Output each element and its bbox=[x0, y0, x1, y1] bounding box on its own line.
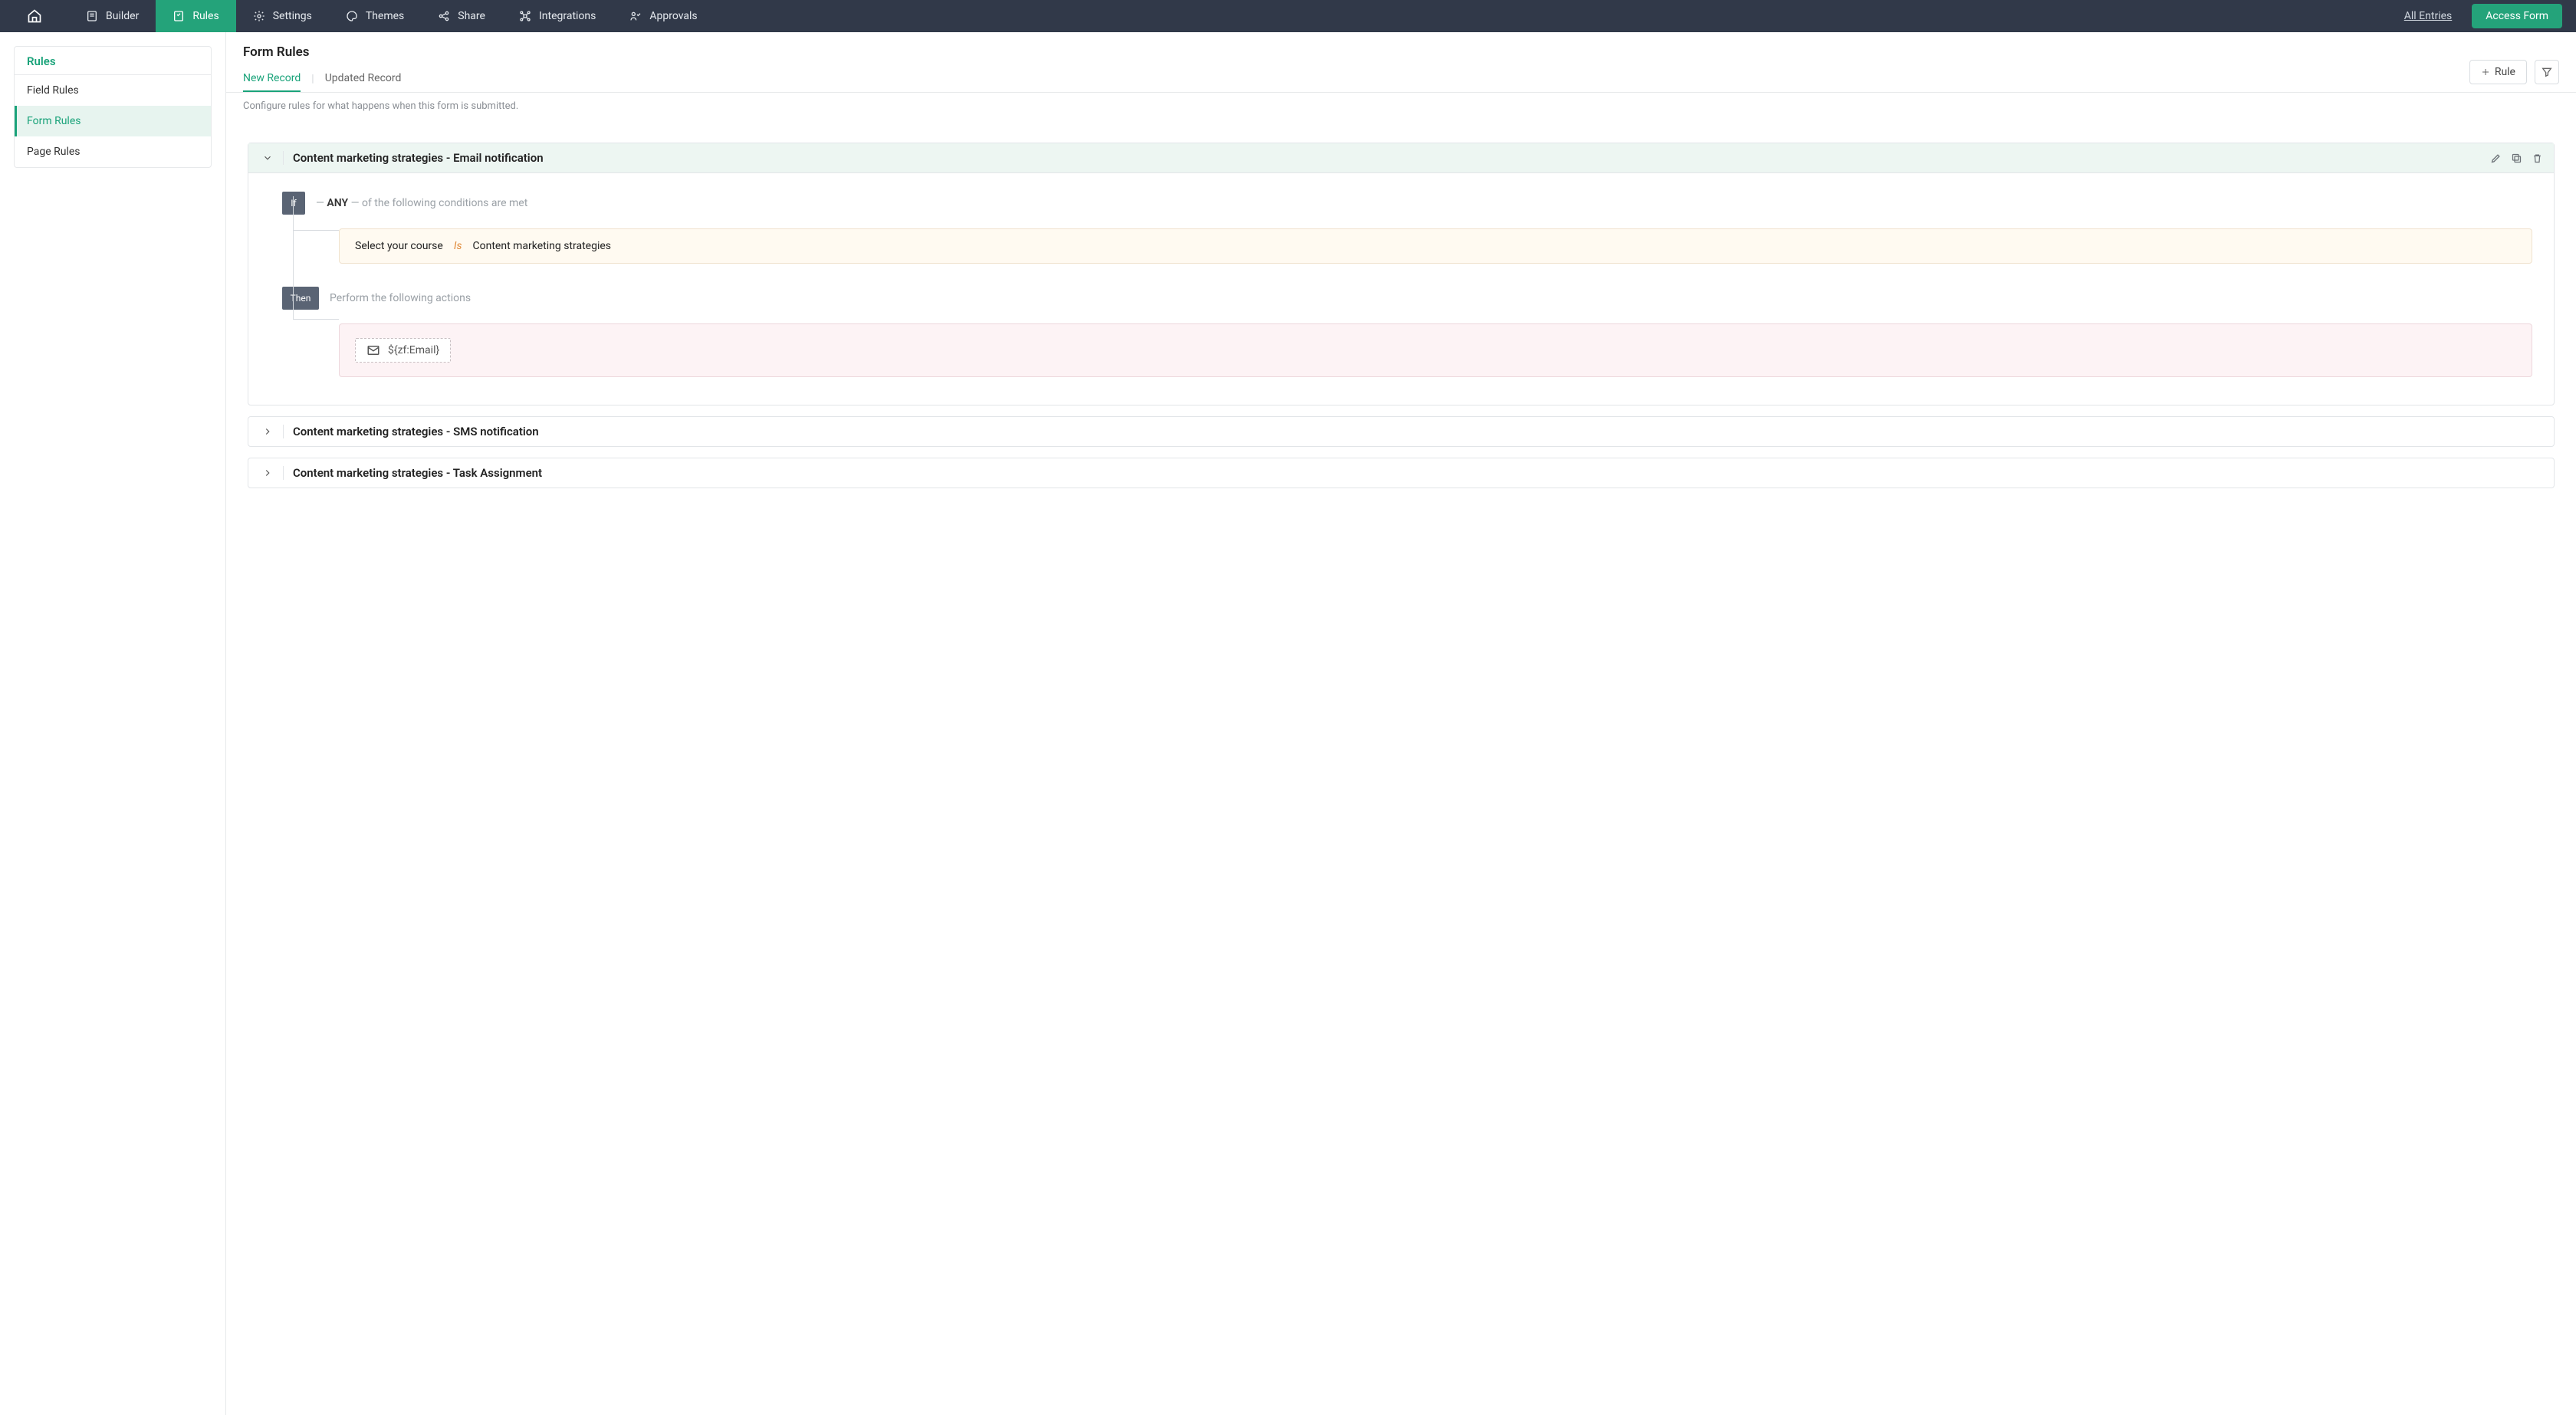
delete-rule-button[interactable] bbox=[2532, 153, 2543, 164]
rule-title: Content marketing strategies - Email not… bbox=[293, 151, 2484, 165]
nav-rules[interactable]: Rules bbox=[156, 0, 235, 32]
chevron-down-icon[interactable] bbox=[259, 151, 284, 165]
builder-icon bbox=[86, 10, 98, 22]
home-button[interactable] bbox=[0, 0, 69, 32]
if-chip: If bbox=[282, 192, 305, 215]
all-entries-link[interactable]: All Entries bbox=[2390, 0, 2466, 32]
rule-header[interactable]: Content marketing strategies - SMS notif… bbox=[248, 417, 2554, 446]
tab-new-record[interactable]: New Record bbox=[243, 66, 301, 92]
add-rule-button[interactable]: Rule bbox=[2469, 60, 2527, 84]
nav-builder-label: Builder bbox=[106, 10, 139, 22]
rules-icon bbox=[172, 10, 185, 22]
subtabs: New Record | Updated Record bbox=[243, 66, 2559, 92]
filter-button[interactable] bbox=[2535, 60, 2559, 84]
then-chip: Then bbox=[282, 287, 319, 310]
condition-box: Select your course Is Content marketing … bbox=[339, 228, 2532, 264]
nav-share-label: Share bbox=[458, 10, 485, 22]
nav-settings[interactable]: Settings bbox=[236, 0, 329, 32]
nav-rules-label: Rules bbox=[192, 10, 219, 22]
page-description: Configure rules for what happens when th… bbox=[226, 93, 2576, 126]
email-action-value: ${zf:Email} bbox=[388, 344, 439, 356]
integrations-icon bbox=[519, 10, 531, 22]
duplicate-rule-button[interactable] bbox=[2511, 153, 2522, 164]
main-content: Form Rules New Record | Updated Record R… bbox=[226, 32, 2576, 1415]
connector-line bbox=[293, 230, 339, 231]
top-nav: Builder Rules Settings Themes Share Inte… bbox=[0, 0, 2576, 32]
nav-builder[interactable]: Builder bbox=[69, 0, 156, 32]
rule-card: Content marketing strategies - Email not… bbox=[248, 143, 2555, 405]
sidebar-item-page-rules[interactable]: Page Rules bbox=[15, 136, 211, 167]
rule-title: Content marketing strategies - SMS notif… bbox=[293, 425, 2543, 438]
condition-operator: Is bbox=[454, 240, 462, 252]
if-text: — ANY — of the following conditions are … bbox=[316, 197, 527, 209]
subtab-separator: | bbox=[311, 73, 314, 85]
connector-line bbox=[293, 319, 339, 320]
share-icon bbox=[438, 10, 450, 22]
gear-icon bbox=[253, 10, 265, 22]
page-title: Form Rules bbox=[243, 44, 2559, 60]
mail-icon bbox=[366, 343, 380, 357]
sidebar-title: Rules bbox=[15, 47, 211, 75]
sidebar-item-field-rules[interactable]: Field Rules bbox=[15, 75, 211, 106]
trash-icon bbox=[2532, 153, 2543, 164]
then-text: Perform the following actions bbox=[330, 292, 471, 304]
approvals-icon bbox=[629, 10, 642, 22]
tab-updated-record[interactable]: Updated Record bbox=[325, 66, 402, 92]
pencil-icon bbox=[2490, 153, 2502, 164]
add-rule-label: Rule bbox=[2495, 66, 2515, 78]
nav-approvals-label: Approvals bbox=[649, 10, 697, 22]
nav-approvals[interactable]: Approvals bbox=[613, 0, 714, 32]
connector-line bbox=[293, 196, 294, 319]
nav-integrations-label: Integrations bbox=[539, 10, 596, 22]
nav-settings-label: Settings bbox=[273, 10, 312, 22]
sidebar-item-form-rules[interactable]: Form Rules bbox=[15, 106, 211, 136]
copy-icon bbox=[2511, 153, 2522, 164]
rule-header[interactable]: Content marketing strategies - Email not… bbox=[248, 143, 2554, 173]
filter-icon bbox=[2541, 66, 2553, 78]
nav-themes-label: Themes bbox=[366, 10, 404, 22]
nav-share[interactable]: Share bbox=[421, 0, 502, 32]
chevron-right-icon[interactable] bbox=[259, 466, 284, 480]
nav-themes[interactable]: Themes bbox=[329, 0, 421, 32]
chevron-right-icon[interactable] bbox=[259, 425, 284, 438]
condition-value: Content marketing strategies bbox=[473, 240, 612, 252]
home-icon bbox=[27, 8, 42, 24]
sidebar: Rules Field Rules Form Rules Page Rules bbox=[0, 32, 226, 1415]
rule-title: Content marketing strategies - Task Assi… bbox=[293, 466, 2543, 480]
nav-integrations[interactable]: Integrations bbox=[502, 0, 613, 32]
rule-card: Content marketing strategies - SMS notif… bbox=[248, 416, 2555, 447]
rule-card: Content marketing strategies - Task Assi… bbox=[248, 458, 2555, 488]
action-box: ${zf:Email} bbox=[339, 323, 2532, 377]
edit-rule-button[interactable] bbox=[2490, 153, 2502, 164]
email-action-chip: ${zf:Email} bbox=[355, 338, 451, 363]
condition-field: Select your course bbox=[355, 240, 443, 252]
rule-header[interactable]: Content marketing strategies - Task Assi… bbox=[248, 458, 2554, 488]
plus-icon bbox=[2481, 67, 2490, 77]
themes-icon bbox=[346, 10, 358, 22]
access-form-button[interactable]: Access Form bbox=[2472, 4, 2562, 28]
rule-body: If — ANY — of the following conditions a… bbox=[248, 173, 2554, 405]
